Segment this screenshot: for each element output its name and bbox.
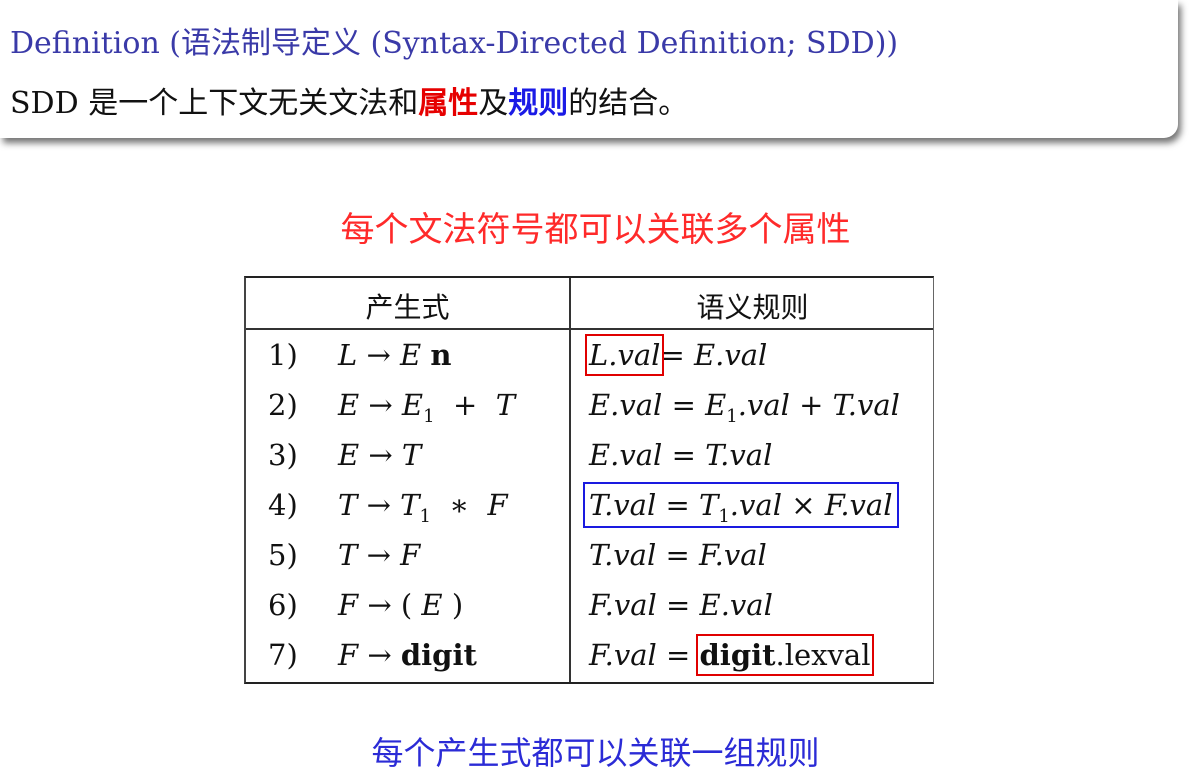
- note-attributes: 每个文法符号都可以关联多个属性: [340, 210, 851, 250]
- production: F → ( E ): [338, 588, 464, 622]
- table-row: 3) E → T E.val = T.val: [246, 432, 933, 482]
- row-number: 4): [268, 488, 298, 522]
- sdd-table: 产生式 语义规则 1) L → E n L.val= E.val 2) E → …: [244, 276, 934, 684]
- row-number: 1): [268, 338, 298, 372]
- semantic-rule: L.val= E.val: [584, 334, 768, 376]
- definition-body-prefix: SDD 是一个上下文无关文法和: [10, 86, 419, 121]
- production: E → E1 + T: [338, 388, 516, 427]
- highlight-l-val: L.val: [584, 334, 665, 376]
- production: T → F: [338, 538, 421, 572]
- header-rule: [246, 328, 933, 330]
- highlight-t-rule: T.val = T1.val × F.val: [583, 482, 899, 528]
- table-row: 4) T → T1 ∗ F T.val = T1.val × F.val: [246, 482, 933, 532]
- definition-title: Definition (语法制导定义 (Syntax-Directed Defi…: [10, 26, 899, 61]
- table-row: 6) F → ( E ) F.val = E.val: [246, 582, 933, 632]
- note-rules: 每个产生式都可以关联一组规则: [371, 734, 820, 772]
- row-number: 6): [268, 588, 298, 622]
- row-number: 2): [268, 388, 298, 422]
- semantic-rule: T.val = F.val: [589, 538, 767, 572]
- definition-body-mid: 及: [478, 86, 509, 121]
- semantic-rule: F.val = E.val: [589, 588, 773, 622]
- table-row: 5) T → F T.val = F.val: [246, 532, 933, 582]
- row-number: 5): [268, 538, 298, 572]
- production: L → E n: [338, 338, 452, 372]
- keyword-rule: 规则: [508, 86, 569, 121]
- table-row: 2) E → E1 + T E.val = E1.val + T.val: [246, 382, 933, 432]
- table-row: 7) F → digit F.val = digit.lexval: [246, 632, 933, 682]
- header-semantic-rule: 语义规则: [696, 291, 809, 324]
- semantic-rule: E.val = T.val: [589, 438, 773, 472]
- production: E → T: [338, 438, 422, 472]
- definition-box: Definition (语法制导定义 (Syntax-Directed Defi…: [0, 0, 1178, 138]
- highlight-digit-lexval: digit.lexval: [695, 634, 875, 676]
- row-number: 3): [268, 438, 298, 472]
- header-production: 产生式: [365, 291, 450, 324]
- semantic-rule: F.val = digit.lexval: [589, 634, 875, 676]
- production: F → digit: [338, 638, 477, 672]
- definition-body-suffix: 的结合。: [568, 86, 689, 121]
- definition-body: SDD 是一个上下文无关文法和属性及规则的结合。: [10, 78, 688, 122]
- row-number: 7): [268, 638, 298, 672]
- semantic-rule: T.val = T1.val × F.val: [583, 482, 899, 528]
- production: T → T1 ∗ F: [338, 488, 508, 527]
- semantic-rule: E.val = E1.val + T.val: [589, 388, 900, 427]
- keyword-attribute: 属性: [418, 86, 479, 121]
- table-row: 1) L → E n L.val= E.val: [246, 332, 933, 382]
